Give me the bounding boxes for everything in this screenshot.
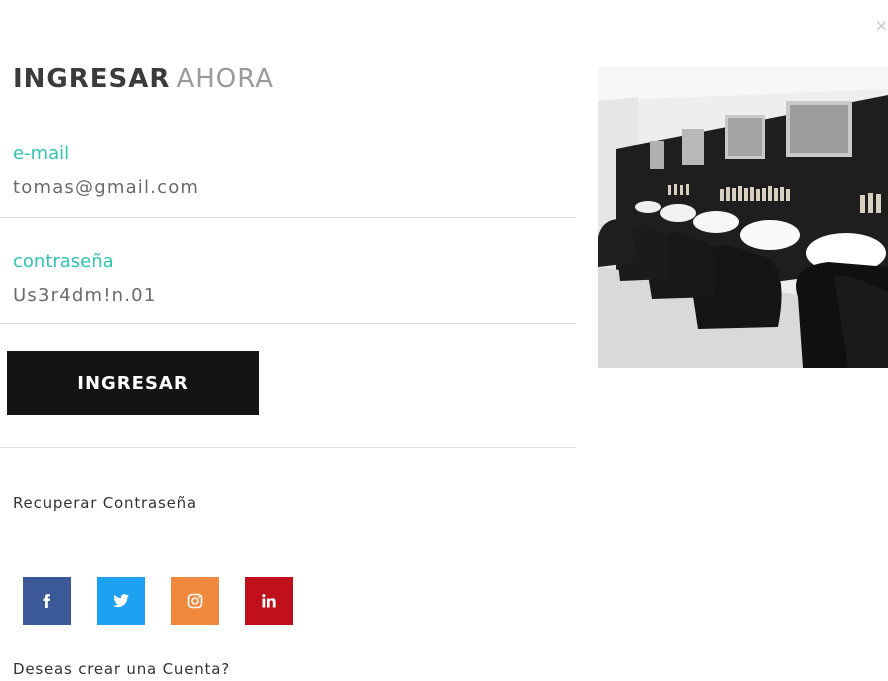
linkedin-button[interactable] [245,577,293,625]
recover-password-link[interactable]: Recuperar Contraseña [13,494,197,512]
password-underline [0,323,576,324]
title-light: AHORA [176,64,275,94]
password-label: contraseña [13,251,114,272]
salon-photo-illustration [598,67,888,368]
salon-image [598,67,888,368]
facebook-icon [43,594,50,608]
facebook-button[interactable] [23,577,71,625]
modal-title: INGRESAR AHORA [13,64,274,94]
email-field[interactable]: tomas@gmail.com [13,177,199,198]
password-field[interactable]: Us3r4dm!n.01 [13,285,156,306]
twitter-icon [113,594,129,608]
title-strong: INGRESAR [13,64,171,94]
close-icon[interactable]: × [875,18,888,34]
email-underline [0,217,576,218]
login-button[interactable]: INGRESAR [7,351,259,415]
instagram-button[interactable] [171,577,219,625]
twitter-button[interactable] [97,577,145,625]
instagram-icon [187,593,203,609]
linkedin-icon [262,594,276,608]
divider [0,447,576,448]
create-account-link[interactable]: Deseas crear una Cuenta? [13,660,230,678]
email-label: e-mail [13,143,70,164]
